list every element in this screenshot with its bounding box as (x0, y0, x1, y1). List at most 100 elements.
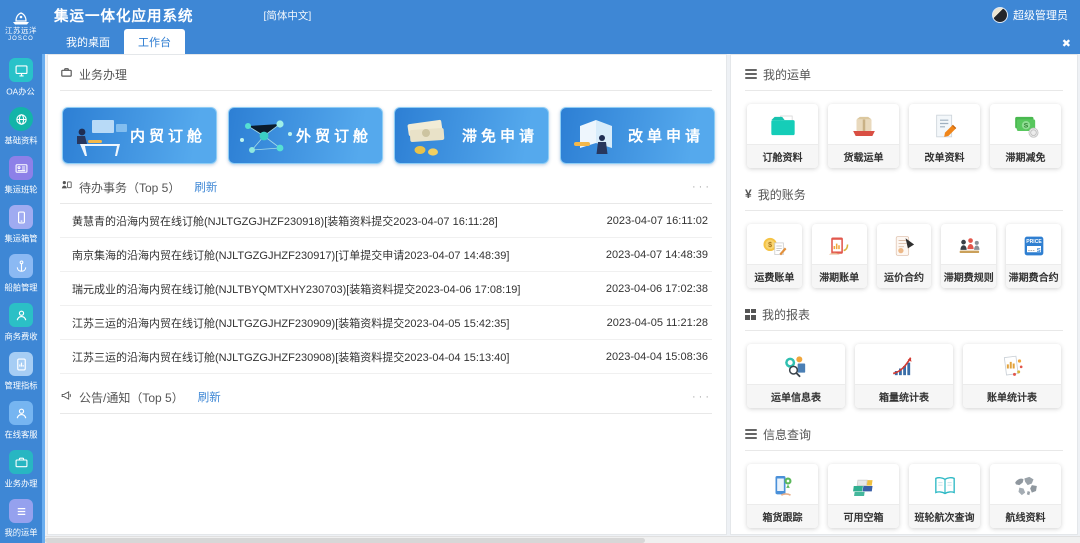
tile-voyage-query[interactable]: 班轮航次查询 (909, 464, 980, 528)
info-query-header: 信息查询 (745, 425, 1063, 443)
scrollbar-thumb[interactable] (45, 538, 645, 543)
sidebar-item-my-waybills[interactable]: 我的运单 (0, 499, 42, 539)
tile-cargo-tracking[interactable]: 箱货跟踪 (747, 464, 818, 528)
world-map-icon (990, 464, 1061, 504)
user-menu[interactable]: 超级管理员 (992, 7, 1068, 23)
sidebar-item-label: 我的运单 (4, 527, 37, 539)
my-reports-header: 我的报表 (745, 305, 1063, 323)
tile-label: 航线资料 (990, 504, 1061, 528)
tab-bar: 我的桌面 工作台 ✖ (42, 30, 1080, 54)
sidebar-item-kpi[interactable]: 管理指标 (0, 352, 42, 392)
tab-my-desktop[interactable]: 我的桌面 (52, 29, 124, 54)
section-divider (60, 413, 712, 414)
card-domestic-booking[interactable]: 内贸订舱 (62, 107, 217, 164)
briefcase-icon (60, 66, 73, 82)
content-area: 业务办理 内贸订舱 外贸订舱 滞免申请 (42, 54, 1080, 543)
todo-item-text: 黄慧青的沿海内贸在线订舱(NJLTGZGJHZF230918)[装箱资料提交20… (72, 213, 498, 229)
tile-freight-contract[interactable]: 运价合约 (877, 224, 932, 288)
tile-bill-statistics-report[interactable]: 账单统计表 (963, 344, 1061, 408)
sidebar-item-label: 集运班轮 (4, 184, 37, 196)
close-icon[interactable]: ✖ (1062, 39, 1071, 50)
card-label: 改单申请 (628, 125, 714, 146)
section-title: 公告/通知（Top 5） (79, 389, 184, 406)
language-switcher[interactable]: [简体中文] (264, 8, 312, 23)
contract-icon (877, 224, 932, 264)
tile-change-order-data[interactable]: 改单资料 (909, 104, 980, 168)
sidebar-item-label: 船舶管理 (4, 282, 37, 294)
tile-label: 货载运单 (828, 144, 899, 168)
tile-demurrage-contract[interactable]: PRICES 滞期费合约 (1006, 224, 1061, 288)
my-waybills-tiles: 订舱资料 货载运单 改单资料 S 滞期减免 (747, 104, 1061, 168)
todo-item[interactable]: 江苏三运的沿海内贸在线订舱(NJLTGZGJHZF230908)[装箱资料提交2… (60, 340, 712, 374)
list-icon (9, 499, 33, 523)
todo-more-menu[interactable]: ··· (692, 181, 712, 193)
section-title: 待办事务（Top 5） (79, 179, 180, 196)
sidebar-item-ship-mgmt[interactable]: 船舶管理 (0, 254, 42, 294)
notice-refresh-link[interactable]: 刷新 (198, 389, 221, 405)
clipboard-chart-icon (812, 224, 867, 264)
section-divider (745, 210, 1063, 211)
tile-label: 运单信息表 (747, 384, 845, 408)
folder-icon (747, 104, 818, 144)
tile-demurrage-rules[interactable]: 滞期费规则 (941, 224, 996, 288)
tab-workbench[interactable]: 工作台 (124, 29, 185, 54)
sidebar-item-oa[interactable]: OA办公 (0, 58, 42, 98)
sidebar-item-business-handle[interactable]: 业务办理 (0, 450, 42, 490)
todo-section: 待办事务（Top 5） 刷新 ··· 黄慧青的沿海内贸在线订舱(NJLTGZGJ… (60, 178, 712, 374)
search-report-icon (747, 344, 845, 384)
tile-booking-data[interactable]: 订舱资料 (747, 104, 818, 168)
horizontal-scrollbar[interactable] (45, 536, 1080, 543)
tile-freight-bill[interactable]: $ 运费账单 (747, 224, 802, 288)
ship-logo-icon (10, 12, 32, 25)
people-icon (941, 224, 996, 264)
document-illustration (566, 112, 628, 160)
tile-label: 运价合约 (877, 264, 932, 288)
info-query-tiles: 箱货跟踪 可用空箱 班轮航次查询 航线资料 (747, 464, 1061, 528)
sidebar: 江苏远洋 JOSCO OA办公 基础资料 集运班轮 集运箱管 (0, 0, 42, 543)
avatar[interactable] (992, 7, 1008, 23)
desk-illustration (68, 112, 130, 160)
todo-item[interactable]: 南京集海的沿海内贸在线订舱(NJLTGZGJHZF230917)[订单提交申请2… (60, 238, 712, 272)
tile-route-data[interactable]: 航线资料 (990, 464, 1061, 528)
growth-chart-icon (855, 344, 953, 384)
card-demurrage-exemption[interactable]: 滞免申请 (394, 107, 549, 164)
card-order-change[interactable]: 改单申请 (560, 107, 715, 164)
monitor-icon (9, 58, 33, 82)
tile-empty-containers[interactable]: 可用空箱 (828, 464, 899, 528)
user-name: 超级管理员 (1013, 7, 1068, 23)
sidebar-item-business-fees[interactable]: 商务费收 (0, 303, 42, 343)
globe-icon (9, 107, 33, 131)
section-title: 业务办理 (79, 66, 127, 83)
notice-more-menu[interactable]: ··· (692, 391, 712, 403)
service-icon (9, 401, 33, 425)
tile-demurrage-reduction[interactable]: S 滞期减免 (990, 104, 1061, 168)
svg-text:S: S (1036, 247, 1040, 253)
sidebar-item-basic-data[interactable]: 基础资料 (0, 107, 42, 147)
sidebar-item-container-mgmt[interactable]: 集运箱管 (0, 205, 42, 245)
tile-label: 可用空箱 (828, 504, 899, 528)
sidebar-item-label: 基础资料 (4, 135, 37, 147)
sidebar-item-online-service[interactable]: 在线客服 (0, 401, 42, 441)
main-column: 集运一体化应用系统 [简体中文] 超级管理员 我的桌面 工作台 ✖ 业务办理 (42, 0, 1080, 543)
price-tag-icon: PRICES (1006, 224, 1061, 264)
tile-cargo-waybill[interactable]: 货载运单 (828, 104, 899, 168)
svg-text:S: S (1023, 122, 1028, 129)
right-panel: 我的运单 订舱资料 货载运单 改单资料 (730, 54, 1078, 535)
sidebar-item-liner[interactable]: 集运班轮 (0, 156, 42, 196)
card-foreign-booking[interactable]: 外贸订舱 (228, 107, 383, 164)
todo-item-text: 江苏三运的沿海内贸在线订舱(NJLTGZGJHZF230908)[装箱资料提交2… (72, 349, 509, 365)
list-lines-icon (745, 429, 757, 439)
tile-label: 箱量统计表 (855, 384, 953, 408)
todo-refresh-link[interactable]: 刷新 (194, 179, 217, 195)
todo-item[interactable]: 黄慧青的沿海内贸在线订舱(NJLTGZGJHZF230918)[装箱资料提交20… (60, 204, 712, 238)
todo-section-header: 待办事务（Top 5） 刷新 ··· (60, 178, 712, 196)
company-logo[interactable]: 江苏远洋 JOSCO (5, 0, 37, 54)
notice-section-header: 公告/通知（Top 5） 刷新 ··· (60, 388, 712, 406)
tile-container-volume-report[interactable]: 箱量统计表 (855, 344, 953, 408)
todo-item[interactable]: 江苏三运的沿海内贸在线订舱(NJLTGZGJHZF230909)[装箱资料提交2… (60, 306, 712, 340)
my-reports-tiles: 运单信息表 箱量统计表 账单统计表 (747, 344, 1061, 408)
todo-item-text: 江苏三运的沿海内贸在线订舱(NJLTGZGJHZF230909)[装箱资料提交2… (72, 315, 509, 331)
tile-waybill-info-report[interactable]: 运单信息表 (747, 344, 845, 408)
todo-item[interactable]: 瑞元成业的沿海内贸在线订舱(NJLTBYQMTXHY230703)[装箱资料提交… (60, 272, 712, 306)
tile-demurrage-bill[interactable]: 滞期账单 (812, 224, 867, 288)
